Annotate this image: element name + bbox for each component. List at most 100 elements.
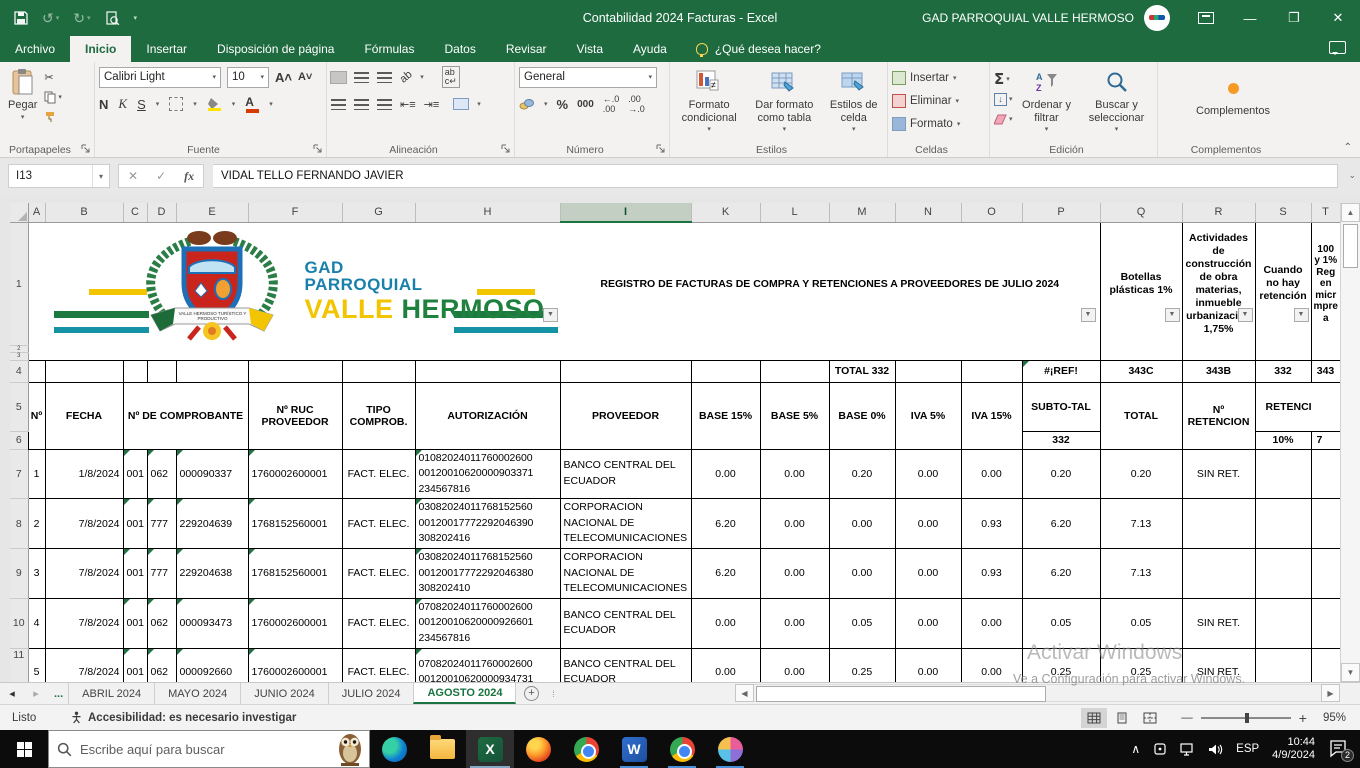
tab-splitter[interactable]: ⁞ bbox=[546, 683, 560, 704]
cell[interactable] bbox=[1254, 345, 1311, 352]
cell[interactable]: FACT. ELEC. bbox=[341, 647, 416, 682]
print-preview-icon[interactable] bbox=[105, 10, 120, 26]
cell[interactable]: 7 bbox=[1310, 430, 1340, 450]
sheet-tab-abril[interactable]: ABRIL 2024 bbox=[68, 683, 156, 704]
cell[interactable]: 1768152560001 bbox=[247, 548, 343, 599]
cell[interactable]: 1 bbox=[27, 448, 46, 500]
cell[interactable] bbox=[1254, 352, 1311, 360]
cell[interactable]: Nº RUC PROVEEDOR bbox=[247, 381, 343, 450]
cell[interactable]: 2 bbox=[27, 498, 46, 550]
cell[interactable]: 3 bbox=[27, 548, 46, 599]
tab-revisar[interactable]: Revisar bbox=[491, 36, 562, 62]
scroll-right-icon[interactable]: ▶ bbox=[1321, 684, 1340, 702]
merge-center-icon[interactable] bbox=[453, 98, 470, 110]
cell[interactable]: 0.20 bbox=[1099, 448, 1183, 500]
cell[interactable]: 0.00 bbox=[690, 597, 761, 649]
normal-view-icon[interactable] bbox=[1081, 707, 1108, 728]
font-color-icon[interactable]: A bbox=[245, 95, 260, 113]
cell[interactable]: 062 bbox=[146, 647, 177, 682]
minimize-button[interactable]: — bbox=[1228, 0, 1272, 36]
column-header[interactable]: H bbox=[415, 203, 561, 223]
cell[interactable] bbox=[1099, 345, 1182, 352]
column-header[interactable]: Q bbox=[1100, 203, 1183, 223]
column-header[interactable]: R bbox=[1182, 203, 1256, 223]
cell[interactable]: 001 bbox=[122, 647, 148, 682]
cell[interactable]: 0.00 bbox=[828, 548, 896, 599]
cell-styles-button[interactable]: Estilos de celda ▾ bbox=[824, 65, 883, 142]
cell[interactable]: Cuando no hay retención ▼ bbox=[1254, 222, 1311, 345]
comma-style-button[interactable]: 000 bbox=[577, 99, 594, 110]
cell[interactable] bbox=[27, 359, 46, 383]
horizontal-scrollbar[interactable]: ◀ ▶ bbox=[735, 683, 1340, 703]
format-cells-button[interactable]: Formato ▾ bbox=[892, 114, 985, 134]
cell[interactable]: 5 bbox=[27, 647, 46, 682]
column-header[interactable]: S bbox=[1255, 203, 1312, 223]
ribbon-display-options-button[interactable] bbox=[1184, 0, 1228, 36]
fill-icon[interactable]: ↓ ▾ bbox=[994, 91, 1013, 107]
cell[interactable]: Nº DE COMPROBANTE bbox=[122, 381, 249, 450]
cell[interactable]: 001 bbox=[122, 498, 148, 550]
cell[interactable]: 7.13 bbox=[1099, 548, 1183, 599]
cell[interactable] bbox=[1310, 345, 1340, 352]
cell[interactable]: 0.25 bbox=[828, 647, 896, 682]
conditional-formatting-button[interactable]: ≠ Formato condicional ▾ bbox=[674, 65, 744, 142]
expand-formula-bar-icon[interactable]: ⌄ bbox=[1348, 170, 1356, 181]
zoom-out-icon[interactable]: — bbox=[1181, 712, 1193, 724]
cell[interactable]: RETENCI bbox=[1254, 381, 1340, 432]
alignment-dialog-launcher[interactable] bbox=[501, 144, 511, 154]
cell[interactable] bbox=[28, 345, 1100, 352]
cell[interactable]: 777 bbox=[146, 548, 177, 599]
number-dialog-launcher[interactable] bbox=[656, 144, 666, 154]
comments-icon[interactable] bbox=[1329, 41, 1346, 55]
cell[interactable]: 229204639 bbox=[175, 498, 249, 550]
cell[interactable] bbox=[1181, 548, 1256, 599]
align-center-icon[interactable] bbox=[354, 98, 369, 110]
vertical-scroll-thumb[interactable] bbox=[1343, 224, 1358, 268]
align-middle-icon[interactable] bbox=[354, 71, 369, 83]
row-header[interactable]: 8 bbox=[10, 498, 29, 550]
logo-cell[interactable]: VALLE HERMOSO TURÍSTICO Y PRODUCTIVO GAD… bbox=[28, 222, 560, 345]
tab-disposicion[interactable]: Disposición de página bbox=[202, 36, 349, 62]
cell[interactable] bbox=[1181, 498, 1256, 550]
cell[interactable] bbox=[690, 359, 761, 383]
fill-color-icon[interactable] bbox=[207, 97, 222, 111]
cell[interactable]: 000090337 bbox=[175, 448, 249, 500]
cell[interactable] bbox=[1181, 345, 1255, 352]
cell[interactable]: 0.25 bbox=[1099, 647, 1183, 682]
select-all-corner[interactable] bbox=[10, 203, 29, 223]
insert-cells-button[interactable]: Insertar ▾ bbox=[892, 68, 985, 88]
cell[interactable]: 0.00 bbox=[828, 498, 896, 550]
cell[interactable]: 0.00 bbox=[759, 498, 830, 550]
cell[interactable]: BASE 15% bbox=[690, 381, 761, 450]
row-header[interactable]: 9 bbox=[10, 548, 29, 599]
cell[interactable] bbox=[341, 359, 416, 383]
cell[interactable] bbox=[1099, 352, 1182, 360]
scroll-up-icon[interactable]: ▲ bbox=[1341, 203, 1360, 222]
row-header[interactable]: 5 bbox=[10, 382, 29, 432]
cell[interactable]: 0.20 bbox=[828, 448, 896, 500]
cell[interactable]: 0.00 bbox=[759, 448, 830, 500]
new-sheet-button[interactable]: + bbox=[516, 683, 546, 704]
insert-function-icon[interactable]: fx bbox=[175, 169, 203, 184]
sheet-tab-julio[interactable]: JULIO 2024 bbox=[327, 683, 415, 704]
taskbar-excel-active[interactable]: X bbox=[466, 730, 514, 768]
cell[interactable] bbox=[759, 359, 830, 383]
row-header[interactable]: 2 bbox=[10, 345, 29, 353]
language-indicator[interactable]: ESP bbox=[1236, 743, 1259, 755]
cell[interactable]: 07082024011760002600 0012001062000093473… bbox=[414, 647, 561, 682]
column-header[interactable]: L bbox=[760, 203, 830, 223]
cell[interactable] bbox=[1310, 597, 1340, 649]
cell[interactable]: 229204638 bbox=[175, 548, 249, 599]
cell[interactable]: 343C bbox=[1099, 359, 1183, 383]
cell[interactable]: 01082024011760002600 0012001062000090337… bbox=[414, 448, 561, 500]
tab-ayuda[interactable]: Ayuda bbox=[618, 36, 682, 62]
formula-input[interactable]: VIDAL TELLO FERNANDO JAVIER bbox=[213, 164, 1338, 188]
column-header-selected[interactable]: I bbox=[560, 203, 692, 223]
font-name-combo[interactable]: Calibri Light ▾ bbox=[99, 66, 221, 88]
clock[interactable]: 10:44 4/9/2024 bbox=[1272, 736, 1315, 762]
percent-style-button[interactable]: % bbox=[557, 97, 569, 112]
account-name[interactable]: GAD PARROQUIAL VALLE HERMOSO bbox=[922, 11, 1134, 25]
cell[interactable]: 001 bbox=[122, 448, 148, 500]
tray-network-icon[interactable] bbox=[1180, 742, 1195, 756]
cell[interactable]: 1760002600001 bbox=[247, 448, 343, 500]
